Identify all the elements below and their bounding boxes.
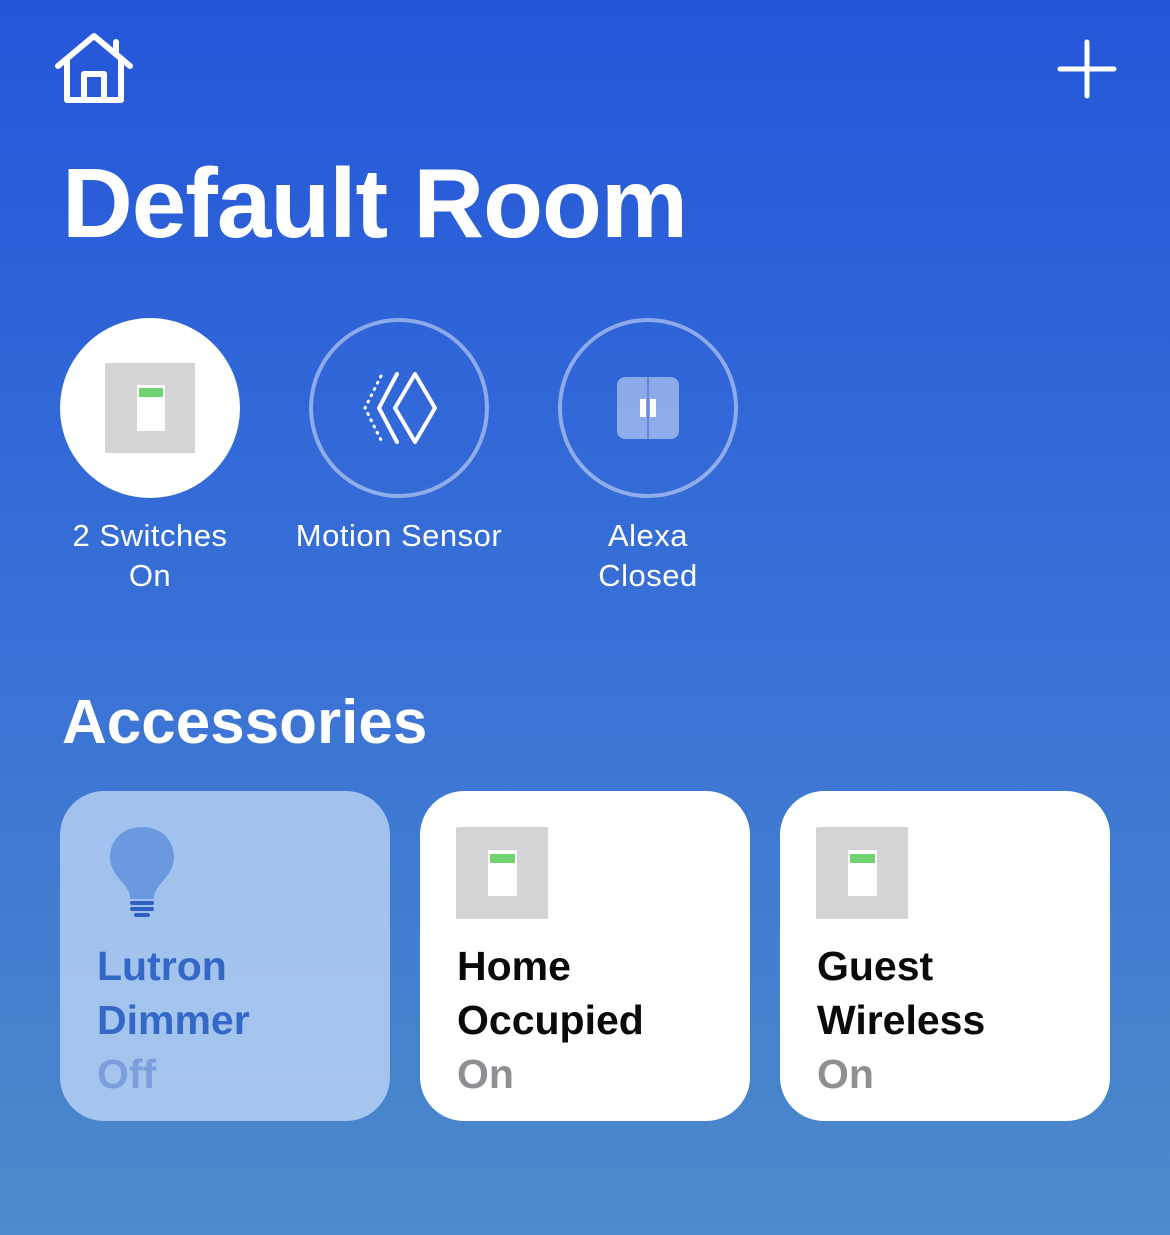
home-icon <box>55 33 133 103</box>
status-switches-label: 2 Switches On <box>20 516 280 596</box>
lutron-dimmer-state: Off <box>97 1051 157 1097</box>
status-motion-circle[interactable] <box>309 318 489 498</box>
lutron-dimmer-text: Lutron Dimmer Off <box>97 939 250 1101</box>
status-alexa-name: Alexa <box>607 518 689 553</box>
status-switches[interactable]: 2 Switches On <box>20 318 280 596</box>
guest-wireless-name-1: Guest <box>817 943 934 989</box>
lutron-dimmer-name-1: Lutron <box>97 943 227 989</box>
plus-icon <box>1057 39 1117 99</box>
guest-wireless-text: Guest Wireless On <box>817 939 985 1101</box>
home-occupied-text: Home Occupied On <box>457 939 644 1101</box>
status-switches-name: 2 Switches <box>72 518 228 553</box>
motion-sensor-icon <box>363 372 437 444</box>
room-screen: Default Room 2 Switches On Motion Sensor… <box>0 0 1170 1235</box>
accessory-tile-guest-wireless[interactable]: Guest Wireless On <box>780 791 1110 1121</box>
blinds-icon <box>617 377 679 439</box>
home-occupied-state: On <box>457 1051 514 1097</box>
accessory-tile-lutron-dimmer[interactable]: Lutron Dimmer Off <box>60 791 390 1121</box>
status-motion-label: Motion Sensor <box>269 516 529 556</box>
guest-wireless-name-2: Wireless <box>817 997 986 1043</box>
switch-icon <box>816 827 908 919</box>
status-motion-name: Motion Sensor <box>295 518 503 553</box>
status-alexa-label: Alexa Closed <box>518 516 778 596</box>
home-occupied-name-1: Home <box>457 943 571 989</box>
status-switches-state: On <box>128 558 172 593</box>
accessories-heading: Accessories <box>62 688 428 757</box>
status-motion-sensor[interactable]: Motion Sensor <box>269 318 529 556</box>
add-button[interactable] <box>1056 38 1118 100</box>
status-alexa-state: Closed <box>598 558 698 593</box>
status-alexa[interactable]: Alexa Closed <box>518 318 778 596</box>
accessory-tile-home-occupied[interactable]: Home Occupied On <box>420 791 750 1121</box>
status-alexa-circle[interactable] <box>558 318 738 498</box>
switch-icon <box>105 363 195 453</box>
page-title: Default Room <box>62 148 688 258</box>
switch-icon <box>456 827 548 919</box>
home-occupied-name-2: Occupied <box>457 997 644 1043</box>
home-button[interactable] <box>50 28 138 108</box>
lightbulb-icon <box>110 827 174 917</box>
status-switches-circle[interactable] <box>60 318 240 498</box>
guest-wireless-state: On <box>817 1051 874 1097</box>
lutron-dimmer-name-2: Dimmer <box>97 997 250 1043</box>
